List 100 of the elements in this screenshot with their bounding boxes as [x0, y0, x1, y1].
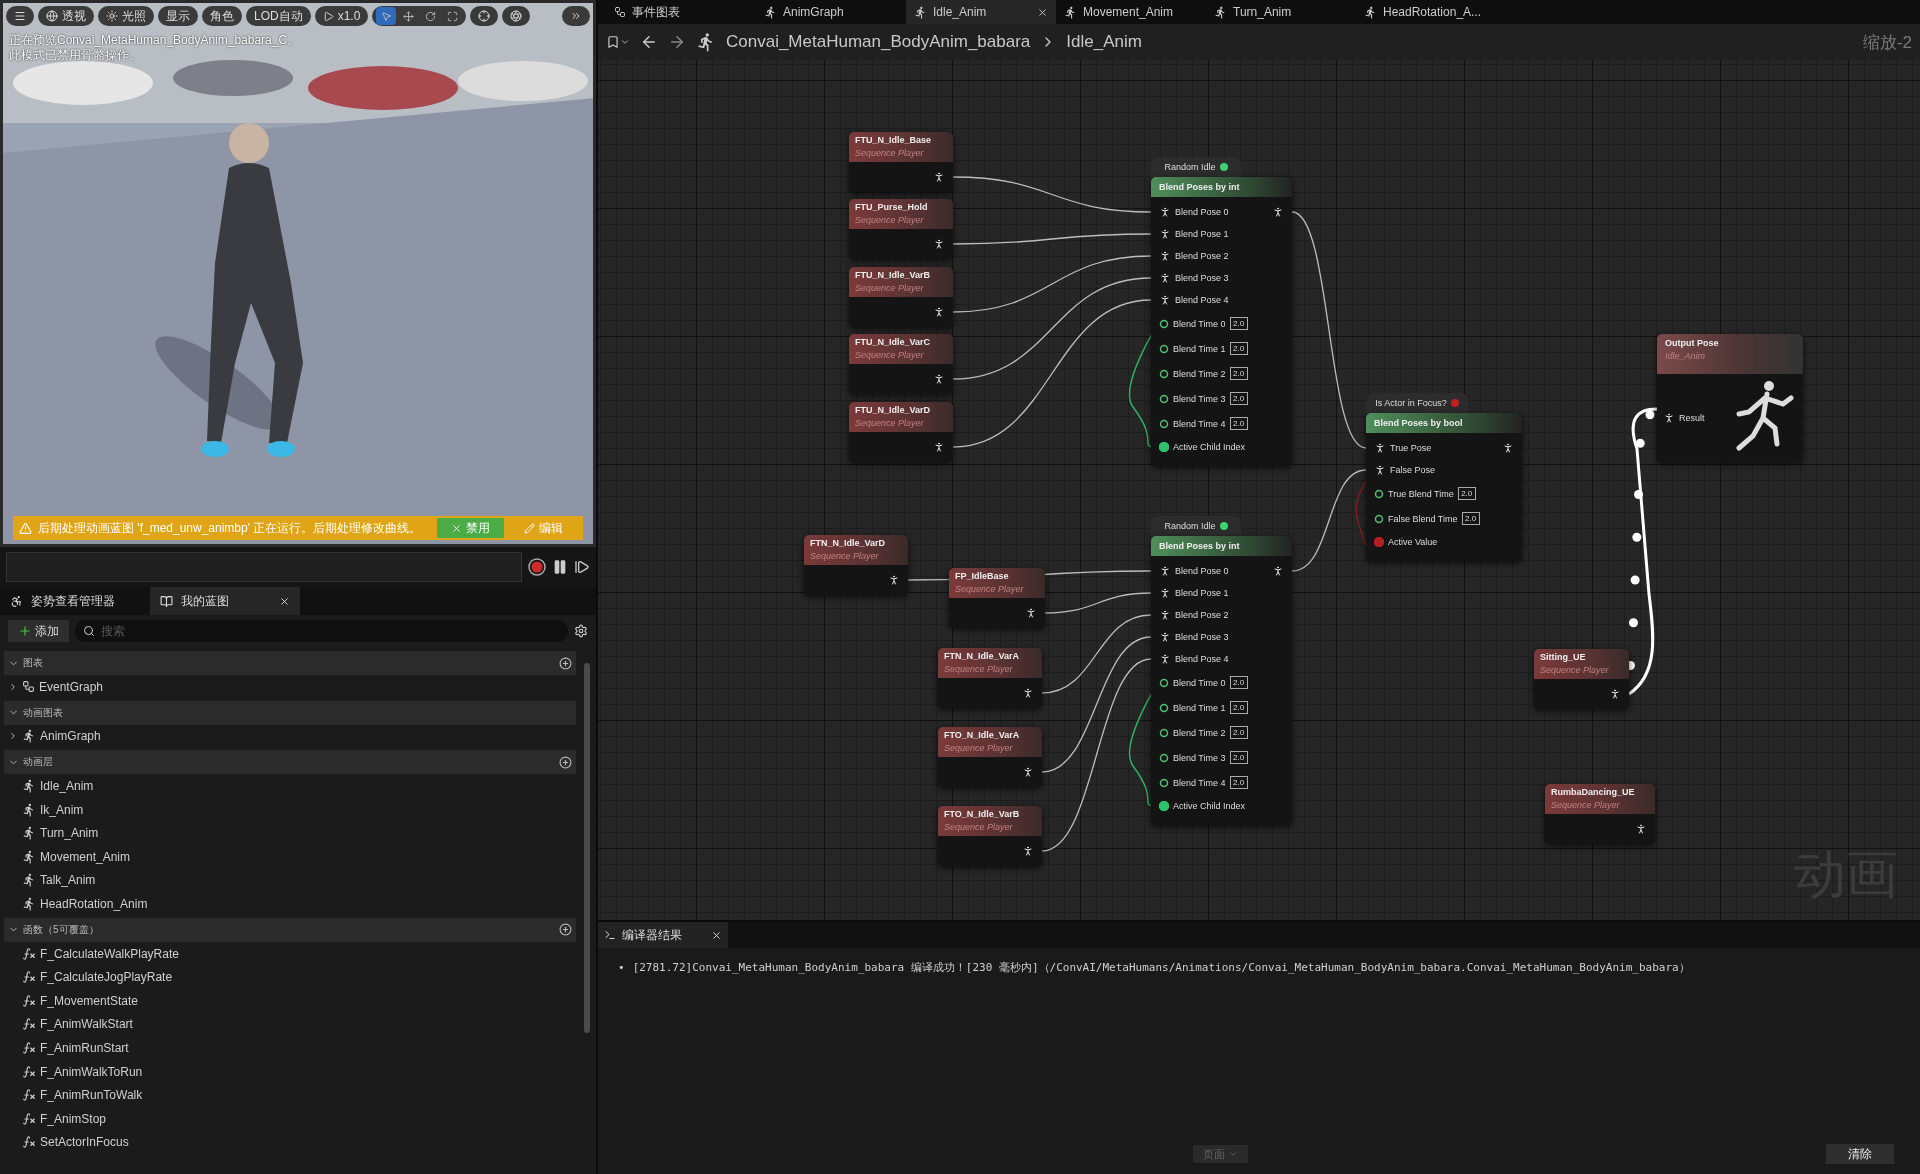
graph-node[interactable]: FTN_N_Idle_VarA Sequence Player [938, 648, 1042, 708]
value-field[interactable]: 2.0 [1229, 701, 1248, 714]
breadcrumb-link[interactable]: Idle_Anim [1066, 32, 1142, 52]
editor-tab[interactable]: HeadRotation_A... [1356, 0, 1506, 24]
toolbar-button[interactable]: 角色 [202, 6, 242, 26]
value-field[interactable]: 2.0 [1229, 751, 1248, 764]
graph-node[interactable]: FTU_N_Idle_Base Sequence Player [849, 132, 953, 192]
panel-tab[interactable]: 我的蓝图 [150, 587, 300, 615]
value-field[interactable]: 2.0 [1461, 512, 1480, 525]
node-subtitle: Sequence Player [944, 742, 1014, 754]
toolbar-button[interactable]: 显示 [158, 6, 198, 26]
step-icon [574, 559, 590, 575]
settings-button[interactable] [574, 624, 588, 638]
tree-item[interactable]: EventGraph [4, 675, 576, 699]
graph-node[interactable]: FTU_N_Idle_VarB Sequence Player [849, 267, 953, 327]
tree-item[interactable]: F_CalculateJogPlayRate [4, 965, 576, 989]
running-figure-icon [764, 5, 777, 19]
tree-item[interactable]: F_MovementState [4, 988, 576, 1013]
graph-node[interactable]: FTU_N_Idle_VarD Sequence Player [849, 402, 953, 462]
node-title: RumbaDancing_UE [1551, 786, 1636, 799]
output-pin-icon [1272, 206, 1284, 218]
pause-button[interactable] [552, 559, 568, 575]
pin-label: Active Value [1388, 537, 1438, 547]
tree-item[interactable]: HeadRotation_Anim [4, 892, 576, 916]
editor-tab[interactable]: Turn_Anim [1206, 0, 1356, 24]
section-header[interactable]: 动画图表 [4, 700, 576, 725]
tool-button[interactable] [376, 7, 397, 25]
tree-item[interactable]: Ik_Anim [4, 797, 576, 822]
value-field[interactable]: 2.0 [1229, 342, 1248, 355]
settings-icon [574, 624, 588, 638]
bookmark-button[interactable] [606, 35, 630, 49]
tree-item[interactable]: F_AnimStop [4, 1106, 576, 1131]
node-subtitle: Sequence Player [1551, 799, 1621, 811]
graph-node[interactable]: FTN_N_Idle_VarD Sequence Player [804, 535, 908, 595]
scrollbar[interactable] [584, 663, 590, 1033]
variable-node[interactable]: Is Actor in Focus? [1366, 393, 1468, 413]
toolbar-button[interactable]: LOD自动 [246, 6, 311, 26]
node-title: Sitting_UE [1540, 651, 1587, 664]
panel-tab[interactable]: 姿势查看管理器 [0, 587, 150, 615]
tree-item[interactable]: F_AnimRunStart [4, 1036, 576, 1060]
tree-item[interactable]: F_AnimWalkToRun [4, 1059, 576, 1084]
graph-canvas[interactable] [598, 60, 1920, 920]
breadcrumb-link[interactable]: Convai_MetaHuman_BodyAnim_babara [726, 32, 1031, 52]
section-header[interactable]: 函数（5可覆盖） [4, 917, 576, 942]
record-button[interactable] [528, 558, 546, 576]
variable-node[interactable]: Random Idle [1151, 157, 1241, 177]
tree-item[interactable]: F_AnimWalkStart [4, 1012, 576, 1037]
pin-ring-icon [1159, 343, 1169, 354]
timeline-track[interactable] [6, 552, 522, 582]
graph-node[interactable]: Blend Poses by int Blend Pose 0 Blend Pose 1 Blend Pose 2 Blend Pose 3 Blend Pose 4 Blend Time 0 2.0 Blend Time 1 2.0 Blend Time 2 2.0 Blend Time 3 2.0 Blend Time 4 2.0 Active Child Index [1151, 536, 1292, 825]
value-field[interactable]: 2.0 [1229, 726, 1248, 739]
tree-item[interactable]: SetActorInFocus [4, 1130, 576, 1155]
value-field[interactable]: 2.0 [1229, 367, 1248, 380]
editor-tab[interactable]: Movement_Anim [1056, 0, 1206, 24]
editor-tab[interactable]: AnimGraph [756, 0, 906, 24]
step-button[interactable] [574, 559, 590, 575]
tree-item[interactable]: F_AnimRunToWalk [4, 1083, 576, 1107]
tree-item[interactable]: F_CalculateWalkPlayRate [4, 941, 576, 966]
forward-button[interactable] [668, 33, 686, 51]
tree-item[interactable]: Turn_Anim [4, 821, 576, 845]
graph-node[interactable]: FTO_N_Idle_VarB Sequence Player [938, 806, 1042, 866]
section-header[interactable]: 图表 [4, 651, 576, 675]
node-subtitle: Sequence Player [944, 663, 1014, 675]
variable-node[interactable]: Random Idle [1151, 516, 1241, 536]
value-field[interactable]: 2.0 [1229, 392, 1248, 405]
pin-label: Blend Time 0 [1173, 318, 1226, 329]
value-field[interactable]: 2.0 [1229, 776, 1248, 789]
graph-node[interactable]: Output Pose Idle_Anim Result [1657, 334, 1803, 462]
editor-tab[interactable]: Idle_Anim [906, 0, 1056, 24]
output-pin-icon [1635, 823, 1647, 835]
tree-item[interactable]: AnimGraph [4, 724, 576, 749]
tree-item[interactable]: Movement_Anim [4, 844, 576, 869]
graph-node[interactable]: Sitting_UE Sequence Player [1534, 649, 1629, 709]
move-icon [402, 10, 414, 22]
section-header[interactable]: 动画层 [4, 750, 576, 775]
graph-node[interactable]: FTO_N_Idle_VarA Sequence Player [938, 727, 1042, 787]
tree-item[interactable]: Talk_Anim [4, 868, 576, 893]
editor-tab[interactable]: 事件图表 [606, 0, 756, 24]
search-field[interactable]: 搜索 [75, 620, 568, 642]
graph-node[interactable]: Blend Poses by bool True Pose False Pose True Blend Time 2.0 False Blend Time 2.0 Active Value [1366, 413, 1522, 561]
panel-tab[interactable]: 编译器结果 [598, 922, 728, 948]
graph-node[interactable]: FP_IdleBase Sequence Player [949, 568, 1045, 628]
value-field[interactable]: 2.0 [1457, 487, 1476, 500]
sphere-icon [46, 10, 58, 22]
add-button[interactable]: 添加 [8, 620, 69, 642]
graph-node[interactable]: RumbaDancing_UE Sequence Player [1545, 784, 1655, 844]
value-field[interactable]: 2.0 [1229, 317, 1248, 330]
value-field[interactable]: 2.0 [1229, 417, 1248, 430]
value-field[interactable]: 2.0 [1229, 676, 1248, 689]
graph-node[interactable]: Blend Poses by int Blend Pose 0 Blend Pose 1 Blend Pose 2 Blend Pose 3 Blend Pose 4 Blend Time 0 2.0 Blend Time 1 2.0 Blend Time 2 2.0 Blend Time 3 2.0 Blend Time 4 2.0 Active Child Index [1151, 177, 1292, 466]
back-button[interactable] [640, 33, 658, 51]
output-pin-icon [1025, 607, 1037, 619]
clear-button[interactable]: 清除 [1826, 1144, 1894, 1164]
graph-node[interactable]: FTU_N_Idle_VarC Sequence Player [849, 334, 953, 394]
pin-ring-icon [1159, 368, 1169, 379]
toolbar-button[interactable]: x1.0 [314, 6, 369, 26]
toolbar-button[interactable]: 透视 [38, 6, 94, 26]
toolbar-button[interactable]: 光照 [98, 6, 154, 26]
tree-item[interactable]: Idle_Anim [4, 774, 576, 798]
graph-node[interactable]: FTU_Purse_Hold Sequence Player [849, 199, 953, 259]
